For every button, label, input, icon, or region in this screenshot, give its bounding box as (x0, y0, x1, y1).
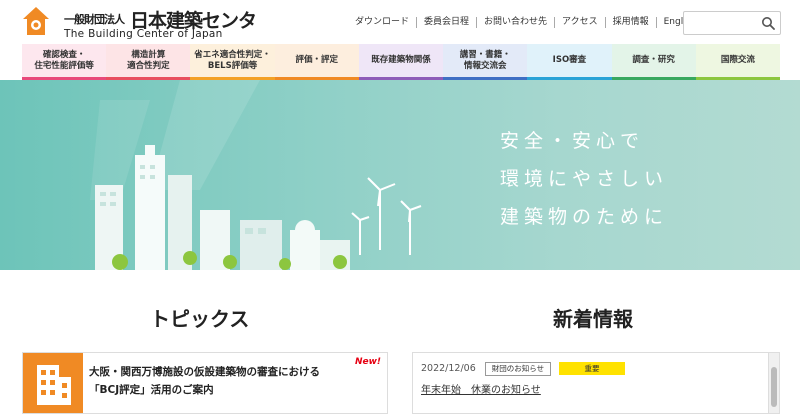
nav-item-international[interactable]: 国際交流 (695, 44, 780, 80)
hero-line-2: 環境にやさしい (500, 168, 669, 190)
nav-item-structural[interactable]: 構造計算 適合性判定 (106, 44, 191, 80)
hero-tagline: 安全・安心で 環境にやさしい 建築物のために (500, 122, 668, 236)
utility-link-access[interactable]: アクセス (554, 16, 605, 28)
utility-nav: ダウンロード 委員会日程 お問い合わせ先 アクセス 採用情報 English (348, 14, 703, 30)
utility-link-contact[interactable]: お問い合わせ先 (476, 16, 554, 28)
topic-title[interactable]: 大阪・関西万博施設の仮設建築物の審査における 「BCJ評定」活用のご案内 (89, 363, 320, 399)
org-name-en: The Building Center of Japan (64, 28, 223, 40)
nav-item-existing-buildings[interactable]: 既存建築物関係 (358, 44, 444, 80)
news-heading: 新着情報 (553, 307, 633, 331)
news-panel: 2022/12/06 財団のお知らせ 重要 年末年始 休業のお知らせ (412, 352, 780, 414)
utility-link-download[interactable]: ダウンロード (348, 17, 416, 28)
site-header: 一般財団法人 日本建築センター The Building Center of J… (0, 0, 800, 59)
hero-line-1: 安全・安心で (500, 130, 645, 152)
hero-banner: 安全・安心で 環境にやさしい 建築物のために (0, 80, 800, 270)
search-input[interactable] (688, 15, 762, 31)
news-scrollbar[interactable] (768, 353, 779, 413)
news-category-badge: 財団のお知らせ (485, 362, 551, 376)
logo-house-icon (23, 7, 49, 35)
utility-link-committee[interactable]: 委員会日程 (416, 16, 476, 28)
news-date: 2022/12/06 (421, 363, 476, 374)
utility-link-recruit[interactable]: 採用情報 (604, 16, 656, 28)
news-importance-badge: 重要 (559, 362, 625, 375)
building-icon (23, 353, 83, 413)
hero-city-illustration (90, 80, 422, 270)
site-logo[interactable]: 一般財団法人 日本建築センター The Building Center of J… (22, 6, 262, 59)
topic-card[interactable]: 大阪・関西万博施設の仮設建築物の審査における 「BCJ評定」活用のご案内 New… (22, 352, 388, 414)
org-prefix: 一般財団法人 (64, 13, 125, 26)
nav-item-research[interactable]: 調査・研究 (611, 44, 696, 80)
nav-item-seminars[interactable]: 講習・書籍・ 情報交流会 (443, 44, 528, 80)
search-box (683, 11, 781, 35)
new-badge: New! (354, 357, 381, 367)
hero-line-3: 建築物のために (500, 206, 669, 228)
nav-item-iso[interactable]: ISO審査 (527, 44, 612, 80)
news-link[interactable]: 年末年始 休業のお知らせ (421, 381, 541, 396)
main-nav: 確認検査・ 住宅性能評価等 構造計算 適合性判定 省エネ適合性判定・ BELS評価等 … (22, 44, 780, 80)
nav-item-inspection[interactable]: 確認検査・ 住宅性能評価等 (22, 44, 107, 80)
scrollbar-thumb[interactable] (771, 367, 777, 407)
search-icon[interactable] (761, 16, 775, 30)
nav-item-evaluation[interactable]: 評価・評定 (274, 44, 359, 80)
nav-item-energy[interactable]: 省エネ適合性判定・ BELS評価等 (190, 44, 275, 80)
topics-heading: トピックス (150, 307, 250, 331)
